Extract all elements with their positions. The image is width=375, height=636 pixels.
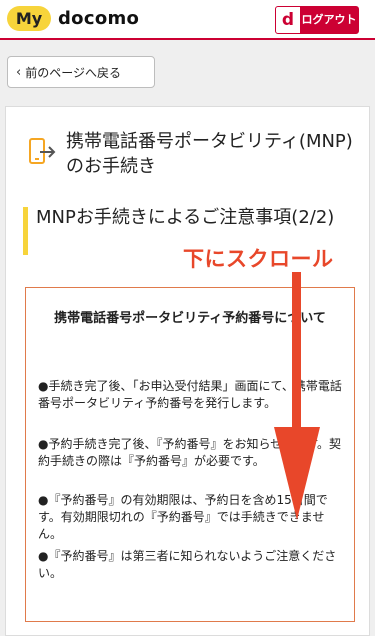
arrow-down-icon xyxy=(274,272,320,520)
chevron-left-icon: ‹ xyxy=(16,64,22,80)
section-accent-bar xyxy=(23,207,28,255)
phone-transfer-icon xyxy=(29,138,56,164)
scroll-down-annotation: 下にスクロール xyxy=(183,247,334,271)
page-title: 携帯電話番号ポータビリティ(MNP)のお手続き xyxy=(66,131,353,177)
docomo-wordmark: docomo xyxy=(58,8,140,29)
section-title: MNPお手続きによるご注意事項(2/2) xyxy=(36,207,335,228)
my-docomo-logo[interactable]: My xyxy=(7,6,51,31)
notice-item: ●『予約番号』は第三者に知られないようご注意ください。 xyxy=(38,549,337,580)
header: My docomo d ログアウト xyxy=(0,0,375,40)
logout-button[interactable]: d ログアウト xyxy=(275,6,359,34)
back-button[interactable]: ‹ 前のページへ戻る xyxy=(7,56,155,88)
d-account-icon: d xyxy=(276,7,300,33)
logout-label: ログアウト xyxy=(301,13,357,26)
back-button-label: 前のページへ戻る xyxy=(25,65,121,80)
